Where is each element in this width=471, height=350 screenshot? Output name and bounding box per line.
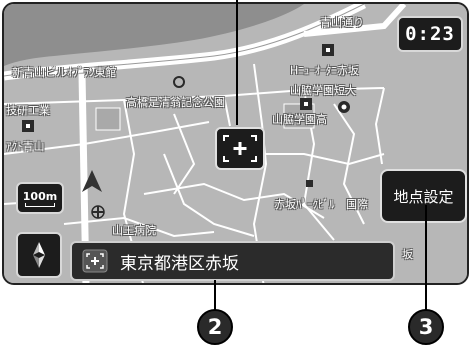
map-label-sakaba: 坂 [402,248,413,261]
map-label-hotel: Hﾆｭｰｵｰﾀﾆ赤坂 [290,64,359,77]
map-label-building-west: 新青山ビルｵﾌﾞﾗﾝ東館 [12,66,117,79]
map-scale-button[interactable]: 100m [16,182,64,214]
map-cursor[interactable] [215,127,265,170]
map-label-akasaka-park: 赤坂ﾊﾟｰｸﾋﾞﾙ [274,198,335,211]
map-label-memorial-park: 高橋是清翁記念公園 [126,96,225,109]
address-bar: 東京都港区赤坂 [70,241,395,281]
callout-3-badge: 3 [408,309,444,345]
heading-mode-button[interactable] [16,232,62,278]
map-scale-label: 100m [22,189,58,203]
map-label-tower: ｱｸﾄ青山 [6,140,45,153]
callout-line-left [214,280,216,310]
location-icon [80,248,110,274]
address-text: 東京都港区赤坂 [120,253,239,274]
map-label-national: 国際 [346,198,368,211]
map-label-factory: 技研工業 [6,104,50,117]
crosshair-icon [223,135,257,162]
callout-2-badge: 2 [197,309,233,345]
compass-icon [33,242,45,268]
map-label-school: 山脇学園高 [272,113,327,126]
point-setting-button[interactable]: 地点設定 [380,169,467,223]
map-label-school-east: 山脇学園短大 [290,84,356,97]
map-label-hospital: 山王病院 [112,224,156,237]
clock-display: 0:23 [397,16,463,52]
scale-bar-icon [25,203,55,207]
callout-line-cursor [236,0,238,125]
map-label-street: 青山通り [320,16,364,29]
callout-line-right [425,205,427,310]
